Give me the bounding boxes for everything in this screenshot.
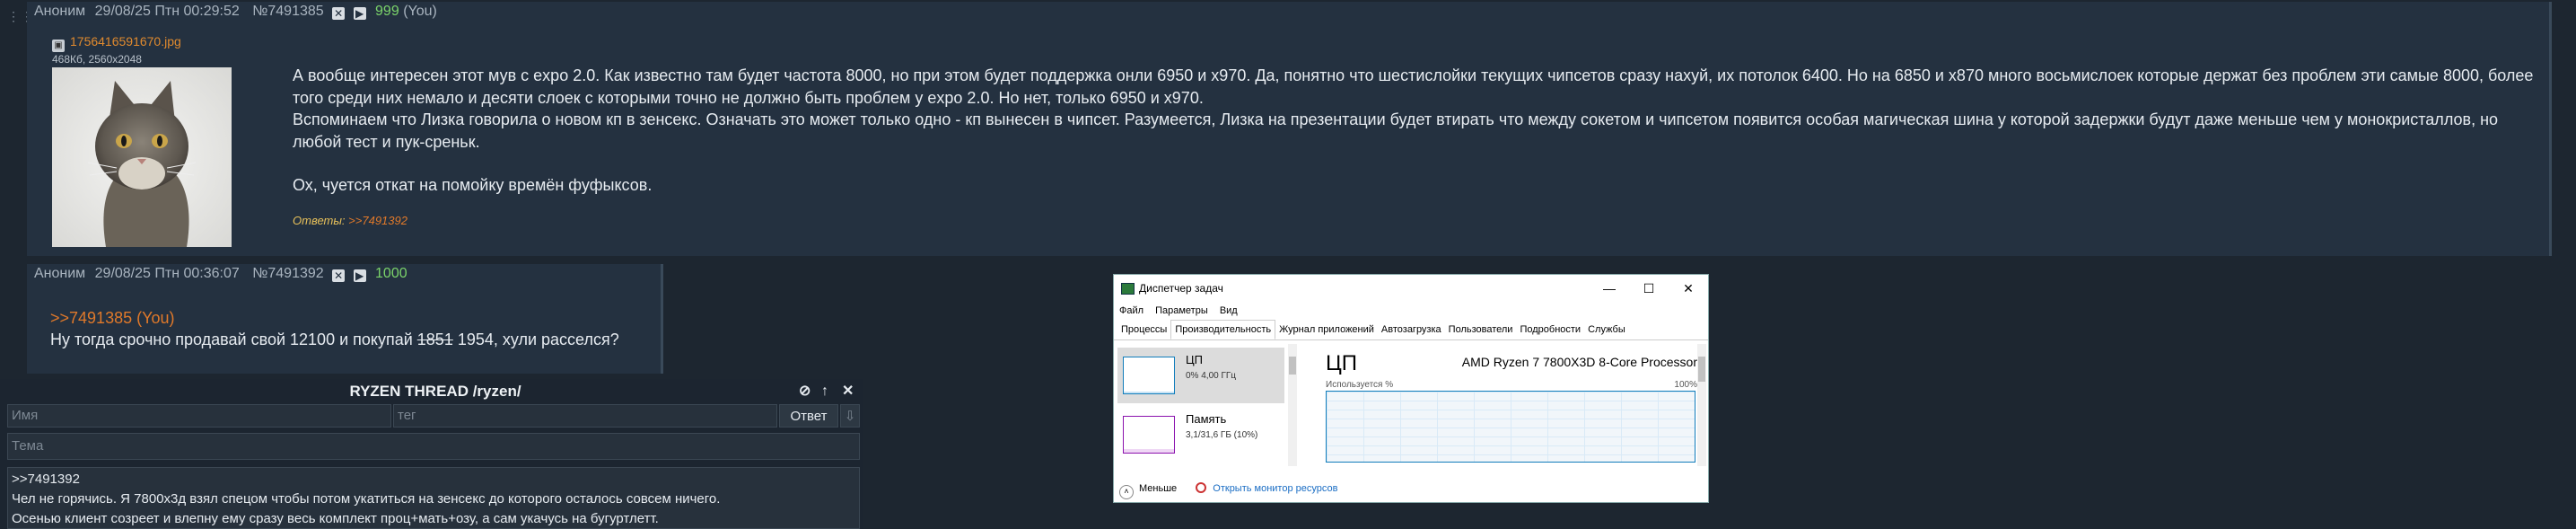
file-info: 468Кб, 2560x2048 — [52, 53, 142, 66]
sidebar-scrollbar[interactable] — [1288, 344, 1297, 466]
scrollbar-thumb[interactable] — [1698, 357, 1705, 382]
tag-input[interactable]: тег — [393, 404, 777, 428]
usage-label: Используется % — [1326, 380, 1394, 390]
memory-mini-graph — [1123, 416, 1175, 454]
close-icon[interactable]: ✕ — [332, 7, 346, 20]
post-text-part: Ну тогда срочно продавай свой 12100 и по… — [50, 331, 417, 348]
post-author: Аноним — [34, 266, 86, 281]
post-datetime: 29/08/25 Птн 00:36:07 — [94, 266, 240, 281]
post-text-part: 1954, хули расселся? — [452, 331, 619, 348]
message-line: Осенью клиент созреет и влепну ему сразу… — [12, 511, 659, 526]
cpu-detail-panel: ЦП AMD Ryzen 7 7800X3D 8-Core Processor … — [1326, 344, 1697, 470]
tab-startup[interactable]: Автозагрузка — [1378, 320, 1445, 339]
post-text: А вообще интересен этот мув с expo 2.0. … — [293, 65, 2537, 197]
post-paragraph: Вспоминаем что Лизка говорила о новом кп… — [293, 110, 2499, 151]
sidebar-item-sub: 0% 4,00 ГГц — [1186, 371, 1237, 381]
subject-input[interactable]: Тема — [7, 433, 860, 460]
message-line: Чел не горячись. Я 7800x3д взял спецом ч… — [12, 491, 721, 507]
reply-count: 999 — [375, 4, 399, 19]
image-file-icon: ▣ — [52, 40, 65, 52]
tab-bar: Процессы Производительность Журнал приложе… — [1114, 320, 1708, 340]
task-manager-footer: ˄ Меньше Открыть монитор ресурсов — [1119, 480, 1694, 499]
post-7491385: Аноним 29/08/25 Птн 00:29:52 №7491385 ✕ … — [27, 2, 2552, 256]
performance-sidebar: ЦП 0% 4,00 ГГц Память 3,1/31,6 ГБ (10%) — [1114, 344, 1302, 470]
tab-app-history[interactable]: Журнал приложений — [1275, 320, 1378, 339]
close-icon[interactable]: ✕ — [1669, 275, 1708, 302]
menu-file[interactable]: Файл — [1119, 305, 1143, 316]
you-tag: (You) — [403, 4, 437, 19]
scrollbar-thumb[interactable] — [1289, 357, 1296, 375]
task-manager-titlebar[interactable]: Диспетчер задач — ☐ ✕ — [1114, 275, 1708, 302]
play-icon[interactable]: ▶ — [353, 7, 366, 20]
sidebar-item-label: ЦП — [1186, 353, 1203, 366]
message-textarea[interactable]: >>7491392 Чел не горячись. Я 7800x3д взя… — [7, 467, 860, 529]
cpu-model: AMD Ryzen 7 7800X3D 8-Core Processor — [1461, 355, 1697, 369]
post-paragraph: Ох, чуется откат на помойку времён фуфык… — [293, 176, 653, 194]
cpu-usage-graph — [1326, 391, 1695, 463]
task-manager-window: Диспетчер задач — ☐ ✕ Файл Параметры Вид… — [1113, 274, 1709, 503]
form-title: RYZEN THREAD /ryzen/ — [349, 383, 521, 400]
pin-icon[interactable]: ↑ — [821, 379, 828, 404]
less-details-label: Меньше — [1139, 483, 1178, 494]
sidebar-item-sub: 3,1/31,6 ГБ (10%) — [1186, 430, 1258, 440]
replies-label: Ответы: — [293, 214, 346, 227]
less-details-icon: ˄ — [1119, 485, 1134, 499]
attach-icon[interactable]: ⇩ — [840, 404, 860, 428]
post-text: Ну тогда срочно продавай свой 12100 и по… — [50, 331, 619, 349]
reply-link[interactable]: >>7491392 — [348, 214, 407, 227]
file-link[interactable]: ▣ 1756416591670.jpg — [52, 34, 181, 52]
window-title: Диспетчер задач — [1139, 282, 1223, 295]
minimize-icon[interactable]: — — [1590, 275, 1629, 302]
usage-max: 100% — [1674, 380, 1697, 390]
post-7491392: Аноним 29/08/25 Птн 00:36:07 №7491392 ✕ … — [27, 264, 663, 374]
menu-view[interactable]: Вид — [1220, 305, 1238, 316]
post-author: Аноним — [34, 4, 86, 19]
maximize-icon[interactable]: ☐ — [1629, 275, 1669, 302]
post-replies: Ответы: >>7491392 — [293, 214, 407, 227]
play-icon[interactable]: ▶ — [353, 269, 366, 282]
resource-monitor-icon — [1196, 482, 1207, 493]
close-icon[interactable]: ✕ — [842, 379, 854, 404]
post-number[interactable]: №7491385 — [252, 4, 323, 19]
post-number[interactable]: №7491392 — [252, 266, 323, 281]
tab-users[interactable]: Пользователи — [1445, 320, 1517, 339]
sidebar-item-memory[interactable]: Память 3,1/31,6 ГБ (10%) — [1117, 407, 1284, 463]
form-header: RYZEN THREAD /ryzen/ ⊘ ↑ ✕ — [9, 379, 862, 404]
sidebar-item-cpu[interactable]: ЦП 0% 4,00 ГГц — [1117, 348, 1284, 403]
post-meta: Аноним 29/08/25 Птн 00:29:52 №7491385 ✕ … — [27, 2, 2549, 22]
sidebar-item-label: Память — [1186, 412, 1227, 426]
tab-services[interactable]: Службы — [1584, 320, 1629, 339]
settings-icon[interactable]: ⊘ — [799, 379, 810, 404]
tab-details[interactable]: Подробности — [1516, 320, 1584, 339]
strike-text: 1851 — [416, 331, 453, 348]
close-icon[interactable]: ✕ — [332, 269, 346, 282]
reply-form: RYZEN THREAD /ryzen/ ⊘ ↑ ✕ Имя тег Ответ… — [0, 379, 863, 529]
post-paragraph: А вообще интересен этот мув с expo 2.0. … — [293, 66, 2534, 107]
menu-bar: Файл Параметры Вид — [1114, 302, 1708, 320]
quote-link[interactable]: >>7491385 (You) — [50, 309, 174, 328]
post-datetime: 29/08/25 Птн 00:29:52 — [94, 4, 240, 19]
file-name[interactable]: 1756416591670.jpg — [70, 34, 181, 48]
open-resource-monitor-link[interactable]: Открыть монитор ресурсов — [1213, 483, 1337, 494]
main-scrollbar[interactable] — [1697, 344, 1706, 466]
less-details-button[interactable]: ˄ Меньше — [1119, 483, 1178, 499]
name-input[interactable]: Имя — [7, 404, 391, 428]
message-line: >>7491392 — [12, 472, 80, 487]
tab-performance[interactable]: Производительность — [1170, 320, 1276, 339]
post-paragraph — [293, 153, 2537, 174]
reply-count: 1000 — [375, 266, 407, 281]
tab-processes[interactable]: Процессы — [1117, 320, 1170, 339]
cpu-heading: ЦП — [1326, 351, 1358, 375]
menu-options[interactable]: Параметры — [1155, 305, 1208, 316]
cpu-mini-graph — [1123, 357, 1175, 394]
task-manager-icon — [1121, 283, 1135, 295]
post-meta: Аноним 29/08/25 Птн 00:36:07 №7491392 ✕ … — [27, 264, 661, 284]
cat-thumbnail-image[interactable] — [52, 67, 232, 247]
reply-button[interactable]: Ответ — [779, 404, 838, 428]
